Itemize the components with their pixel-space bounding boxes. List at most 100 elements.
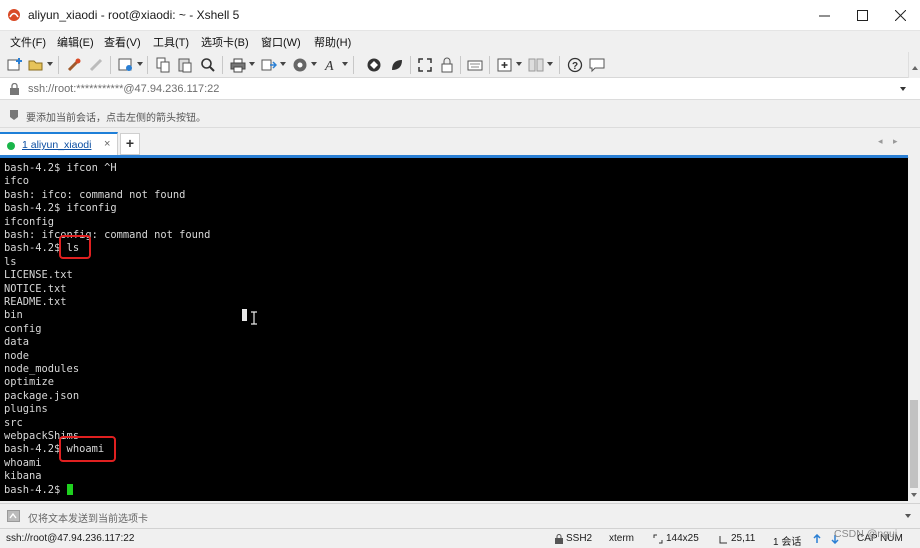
- new-tab-button[interactable]: +: [120, 133, 140, 155]
- xmanager-icon[interactable]: [389, 57, 405, 73]
- terminal-line: bash-4.2$ ifconfig: [4, 202, 117, 215]
- maximize-icon: [856, 10, 868, 21]
- reconnect-icon[interactable]: [66, 57, 82, 73]
- terminal-line: README.txt: [4, 296, 67, 308]
- window-title: aliyun_xiaodi - root@xiaodi: ~ - Xshell …: [28, 8, 240, 22]
- print-icon[interactable]: [230, 57, 246, 73]
- xftp-icon[interactable]: [366, 57, 382, 73]
- terminal-line: node: [4, 349, 30, 362]
- disconnect-icon[interactable]: [88, 57, 104, 73]
- new-session-icon[interactable]: [7, 57, 23, 73]
- status-size: 144x25: [666, 533, 699, 544]
- scrollbar-thumb[interactable]: [910, 400, 918, 488]
- terminal-line: bin: [4, 309, 23, 322]
- transfer-icon[interactable]: [261, 57, 277, 73]
- terminal-line: optimize: [4, 376, 55, 389]
- tab-bar: 1 aliyun_xiaodi × + ◂ ▸: [0, 128, 920, 157]
- csdn-watermark: CSDN @ngui: [834, 528, 898, 540]
- add-session-arrow-icon[interactable]: [8, 109, 20, 121]
- scroll-down-icon[interactable]: [911, 493, 917, 497]
- terminal-line: config: [4, 322, 42, 335]
- menu-tabs[interactable]: 选项卡(B): [201, 34, 249, 50]
- menu-tools[interactable]: 工具(T): [153, 34, 189, 50]
- compose-bar[interactable]: 仅将文本发送到当前选项卡: [0, 503, 920, 528]
- terminal-line: bash: ifco: command not found: [4, 188, 186, 201]
- layout-icon[interactable]: [528, 57, 544, 73]
- terminal-line: NOTICE.txt: [4, 282, 67, 295]
- terminal-line: plugins: [4, 403, 48, 416]
- terminal-line: node_modules: [4, 363, 80, 375]
- script-icon[interactable]: [292, 57, 308, 73]
- tab-next-icon[interactable]: ▸: [893, 136, 898, 147]
- hint-text: 要添加当前会话，点击左侧的箭头按钮。: [26, 113, 206, 124]
- copy-icon[interactable]: [155, 57, 171, 73]
- fullscreen-icon[interactable]: [417, 57, 433, 73]
- terminal-prompt-line: bash-4.2$: [4, 483, 67, 496]
- find-icon[interactable]: [200, 57, 216, 73]
- tab-aliyun-xiaodi[interactable]: 1 aliyun_xiaodi ×: [0, 132, 118, 157]
- upload-arrow-icon: [813, 534, 821, 543]
- xshell-app-icon: [8, 9, 20, 21]
- terminal-line: LICENSE.txt: [4, 269, 73, 282]
- terminal-line: ifconfig: [4, 215, 55, 228]
- paste-icon[interactable]: [177, 57, 193, 73]
- close-button[interactable]: [878, 0, 920, 31]
- svg-text:?: ?: [572, 61, 578, 72]
- terminal-output[interactable]: bash-4.2$ ifcon ^H ifco bash: ifco: comm…: [0, 158, 908, 501]
- terminal-line: bash: ifconfig: command not found: [4, 229, 211, 241]
- ibeam-cursor-icon: [251, 311, 257, 325]
- help-icon[interactable]: ?: [567, 57, 583, 73]
- close-icon: [894, 10, 906, 21]
- status-bar: ssh://root@47.94.236.117:22 SSH2 xterm 1…: [0, 528, 920, 548]
- keyboard-icon[interactable]: [467, 57, 483, 73]
- hint-bar: 要添加当前会话，点击左侧的箭头按钮。: [0, 100, 920, 128]
- tab-label[interactable]: 1 aliyun_xiaodi: [22, 139, 91, 151]
- status-cursor-pos: 25,11: [731, 533, 756, 544]
- address-dropdown-icon[interactable]: [900, 87, 906, 91]
- lock-icon: [10, 83, 19, 95]
- terminal-line: kibana: [4, 470, 42, 483]
- svg-text:A: A: [324, 59, 334, 73]
- text-cursor-block: [242, 309, 247, 321]
- terminal-line: data: [4, 336, 30, 349]
- menu-bar: 文件(F) 编辑(E) 查看(V) 工具(T) 选项卡(B) 窗口(W) 帮助(…: [0, 31, 920, 51]
- compose-target-text: 仅将文本发送到当前选项卡: [28, 514, 148, 525]
- terminal-cursor: [67, 484, 73, 495]
- terminal-line: bash-4.2$ ifcon ^H: [4, 162, 117, 174]
- terminal-line: ls: [4, 255, 17, 268]
- menu-edit[interactable]: 编辑(E): [57, 34, 94, 50]
- highlight-box-whoami: [59, 436, 116, 462]
- tab-close-icon[interactable]: ×: [104, 138, 110, 150]
- open-folder-icon[interactable]: [28, 57, 44, 73]
- size-icon: [653, 534, 663, 544]
- address-bar[interactable]: ssh://root:***********@47.94.236.117:22: [0, 78, 920, 100]
- tab-prev-icon[interactable]: ◂: [878, 136, 883, 147]
- connection-status-icon: [7, 142, 15, 150]
- status-connection: ssh://root@47.94.236.117:22: [6, 533, 135, 544]
- cursor-pos-icon: [719, 536, 727, 544]
- status-protocol: SSH2: [566, 533, 593, 544]
- lock-icon[interactable]: [439, 57, 455, 73]
- title-bar: aliyun_xiaodi - root@xiaodi: ~ - Xshell …: [0, 0, 920, 31]
- compose-icon[interactable]: [7, 510, 20, 522]
- ssh-lock-icon: [555, 534, 563, 544]
- add-tab-icon[interactable]: [497, 57, 513, 73]
- menu-view[interactable]: 查看(V): [104, 34, 141, 50]
- properties-icon[interactable]: [118, 57, 134, 73]
- terminal-line: src: [4, 416, 23, 429]
- toolbar: A ?: [0, 52, 920, 78]
- menu-help[interactable]: 帮助(H): [314, 34, 351, 50]
- menu-file[interactable]: 文件(F): [10, 34, 46, 50]
- highlight-box-ls: [59, 235, 91, 259]
- status-sessions: 1 会话: [773, 537, 802, 548]
- session-address[interactable]: ssh://root:***********@47.94.236.117:22: [28, 83, 219, 95]
- terminal-line: package.json: [4, 389, 80, 402]
- terminal-line: ifco: [4, 175, 30, 188]
- chat-icon[interactable]: [589, 57, 605, 73]
- terminal-scrollbar[interactable]: [908, 158, 920, 501]
- compose-dropdown-icon[interactable]: [905, 514, 911, 518]
- status-terminal-type: xterm: [609, 533, 634, 544]
- minimize-icon: [818, 15, 830, 17]
- font-icon[interactable]: A: [323, 57, 339, 73]
- menu-window[interactable]: 窗口(W): [261, 34, 301, 50]
